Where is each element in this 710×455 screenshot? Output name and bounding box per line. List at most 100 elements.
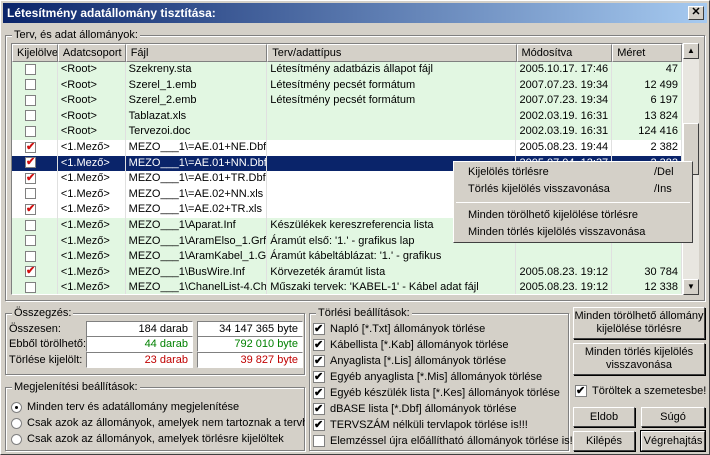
mark-checkbox[interactable] [12,62,58,78]
discard-button[interactable]: Eldob [573,407,635,427]
checkbox-icon [313,401,325,417]
cell-modified: 2007.07.23. 19:34 [516,77,613,94]
table-row[interactable]: <1.Mező>MEZO___1\=AE.01+NE.Dbf 2005.08.23… [12,139,682,156]
mark-checkbox[interactable] [12,155,58,172]
cell-modified: 2005.08.23. 19:44 [516,139,613,156]
cell-size: 13 824 [612,108,682,125]
summary-group-label: Összegzés: [12,307,74,319]
menu-item-label: Kijelölés törlésre [468,166,549,178]
delete-option-checkbox[interactable]: Egyéb készülék lista [*.Kes] állományok … [313,385,560,401]
scroll-up-button[interactable]: ▲ [683,43,699,59]
radio-marked-files[interactable]: Csak azok az állományok, amelyek törlésr… [11,431,284,447]
mark-checkbox[interactable] [12,171,58,187]
table-row[interactable]: <Root> Tervezoi.doc 2002.03.19. 16:31 124 4… [12,124,682,140]
table-row[interactable]: <1.Mező>MEZO___1\BusWire.InfKörvezeték á… [12,264,682,281]
column-header[interactable]: Méret [612,44,682,62]
undo-all-label: Minden törlés kijelölés visszavonása [584,346,694,371]
menu-item-shortcut: /Ins [654,183,672,195]
mark-checkbox[interactable] [12,124,58,140]
scroll-down-button[interactable]: ▼ [683,279,699,295]
cell-type: Műszaki tervek: 'KABEL-1' - Kábel adat f… [267,280,517,294]
mark-checkbox[interactable] [12,139,58,156]
table-row[interactable]: <Root> Tablazat.xls 2002.03.19. 16:31 13 82… [12,108,682,125]
cell-file: MEZO___1\AramKabel_1.Grf [126,249,268,265]
cell-size: 12 338 [612,280,682,294]
table-row[interactable]: <1.Mező> MEZO___1\AramKabel_1.Grf Áramút k… [12,249,682,265]
checkbox-icon [25,125,36,137]
column-header[interactable]: Módosítva [516,44,613,62]
menu-item-unmark-all[interactable]: Minden törlés kijelölés visszavonása [454,224,692,241]
radio-label: Minden terv és adatállomány megjelenítés… [27,401,240,413]
column-header[interactable]: Kijelölve [12,44,58,62]
title-bar: Létesítmény adatállomány tisztítása: ✕ [3,3,707,23]
cell-group: <Root> [58,108,126,125]
mark-checkbox[interactable] [12,249,58,265]
checkbox-icon [25,265,36,280]
cell-file: MEZO___1\AramElso_1.Grf [126,233,268,250]
delete-option-checkbox[interactable]: TERVSZÁM nélküli tervlapok törlése is!!! [313,417,528,433]
delete-option-label: Elemzéssel újra előállítható állományok … [330,435,579,447]
exit-button[interactable]: Kilépés [573,431,635,451]
cell-file: Tablazat.xls [126,108,268,125]
execute-button[interactable]: Végrehajtás [640,430,706,452]
mark-checkbox[interactable] [12,186,58,203]
column-header[interactable]: Fájl [125,44,268,62]
help-button[interactable]: Súgó [641,407,705,427]
delete-option-checkbox[interactable]: dBASE lista [*.Dbf] állományok törlése [313,401,516,417]
delete-option-checkbox[interactable]: Anyaglista [*.Lis] állományok törlése [313,353,506,369]
cell-file: MEZO___1\=AE.02+NN.xls [126,186,268,203]
cell-file: MEZO___1\=AE.01+TR.Dbf [126,171,268,187]
delete-option-checkbox[interactable]: Napló [*.Txt] állományok törlése [313,321,485,337]
column-header[interactable]: Adatcsoport [57,44,126,62]
table-row[interactable]: <Root> Szerel_1.emb Létesítmény pecsét for… [12,77,682,94]
menu-item-unmark-delete[interactable]: Törlés kijelölés visszavonása/Ins [454,181,692,198]
discard-label: Eldob [589,410,619,423]
checkbox-icon [575,383,587,399]
checkbox-icon [25,250,36,262]
delete-settings-label: Törlési beállítások: [316,307,412,319]
mark-checkbox[interactable] [12,264,58,281]
checkbox-icon [25,94,36,106]
mark-checkbox[interactable] [12,77,58,94]
mark-checkbox[interactable] [12,233,58,250]
mark-checkbox[interactable] [12,202,58,218]
cell-size: 47 [612,62,682,78]
menu-item-mark-all[interactable]: Minden törölhető kijelölése törlésre [454,207,692,224]
checkbox-icon [25,156,36,171]
delete-option-label: dBASE lista [*.Dbf] állományok törlése [330,403,517,415]
deletable-count: 44 darab [86,336,193,352]
cell-group: <1.Mező> [58,139,126,156]
column-header[interactable]: Terv/adattípus [267,44,517,62]
delete-option-label: TERVSZÁM nélküli tervlapok törlése is!!! [330,419,528,431]
mark-checkbox[interactable] [12,93,58,109]
window-title: Létesítmény adatállomány tisztítása: [7,6,216,20]
mark-checkbox[interactable] [12,108,58,125]
menu-item-mark-delete[interactable]: Kijelölés törlésre/Del [454,164,692,181]
delete-option-checkbox[interactable]: Kábellista [*.Kab] állományok törlése [313,337,509,353]
table-row[interactable]: <1.Mező> MEZO___1\ChanelList-4.Chn Műszaki… [12,280,682,294]
delete-option-label: Egyéb készülék lista [*.Kes] állományok … [330,387,560,399]
delete-option-checkbox[interactable]: Elemzéssel újra előállítható állományok … [313,433,579,449]
select-all-button[interactable]: Minden törölhető állomány kijelölése tör… [573,307,705,339]
cell-modified: 2005.08.23. 19:12 [516,280,613,294]
radio-all-files[interactable]: Minden terv és adatállomány megjelenítés… [11,399,239,415]
checkbox-icon [25,110,36,122]
execute-label: Végrehajtás [643,434,703,447]
radio-icon [11,401,22,413]
undo-all-button[interactable]: Minden törlés kijelölés visszavonása [573,343,705,375]
cell-type [267,108,517,125]
select-all-label: Minden törölhető állomány kijelölése tör… [574,310,704,335]
table-row[interactable]: <Root> Szekreny.sta Létesítmény adatbázis … [12,62,682,78]
close-button[interactable]: ✕ [688,6,704,20]
table-row[interactable]: <Root> Szerel_2.emb Létesítmény pecsét for… [12,93,682,109]
cell-type: Létesítmény pecsét formátum [267,93,517,109]
radio-unrelated-files[interactable]: Csak azok az állományok, amelyek nem tar… [11,415,305,431]
mark-checkbox[interactable] [12,280,58,294]
checkbox-icon [25,63,36,75]
cell-type [267,139,517,156]
checkbox-icon [25,235,36,247]
recycle-bin-checkbox[interactable]: Töröltek a szemetesbe! [575,383,706,399]
deletable-label: Ebből törölhető: [9,338,87,350]
mark-checkbox[interactable] [12,217,58,234]
delete-option-checkbox[interactable]: Egyéb anyaglista [*.Mis] állományok törl… [313,369,542,385]
